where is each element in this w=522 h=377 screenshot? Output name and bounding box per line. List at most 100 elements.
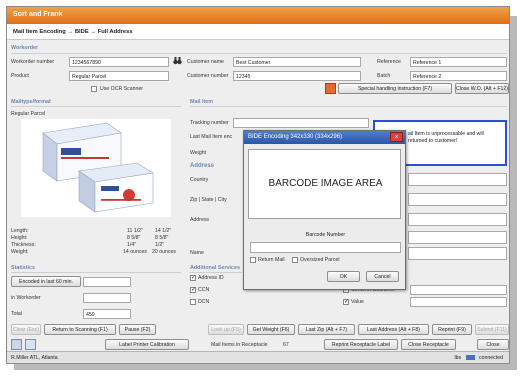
special-handling-button[interactable]: Special handling instruction (F7)	[338, 83, 452, 94]
last-mail-item-label: Last Mail Item enc	[190, 134, 233, 140]
batch-label: Batch	[377, 73, 391, 79]
ocr-scanner-label: Use OCR Scanner	[100, 86, 143, 92]
label-printer-calibration-button[interactable]: Label Printer Calibration	[105, 339, 189, 350]
ocr-scanner-checkbox[interactable]	[91, 86, 97, 92]
ok-button[interactable]: OK	[327, 271, 360, 282]
clear-button[interactable]: Clear (Esc)	[11, 324, 41, 335]
product-label: Product	[11, 73, 29, 79]
divider	[190, 272, 242, 273]
last-address-button[interactable]: Last Address (Alt + F8)	[358, 324, 429, 335]
length-min: 11 1/2"	[127, 228, 143, 234]
window-icon[interactable]	[25, 339, 36, 350]
connection-label: connected	[479, 355, 503, 361]
mailtype-name: Regular Parcel	[11, 111, 46, 117]
zip-state-city-label: Zip | State | City	[190, 197, 227, 203]
divider	[190, 106, 507, 107]
tracking-number-field[interactable]	[233, 118, 369, 128]
length-max: 14 1/2"	[155, 228, 172, 234]
country-field[interactable]	[408, 173, 507, 186]
reference-label: Reference	[377, 59, 401, 65]
encoded-last-60-button[interactable]: Encoded in last 60 min.	[11, 276, 81, 287]
mailitem-section-title: Mail Item	[190, 99, 214, 105]
height-min: 8 5/8"	[127, 235, 141, 241]
city-field[interactable]	[408, 193, 507, 206]
weight-label: Weight:	[11, 249, 29, 255]
return-to-scanning-button[interactable]: Return to Scanning (F1)	[44, 324, 116, 335]
address-label: Address	[190, 217, 210, 223]
barcode-image-placeholder: BARCODE IMAGE AREA	[268, 178, 383, 189]
window-icon[interactable]	[11, 339, 22, 350]
customer-name-label: Customer name	[187, 59, 224, 65]
address-header: Address	[190, 163, 215, 169]
barcode-number-label: Barcode Number	[305, 232, 346, 238]
dcn-checkbox[interactable]	[190, 299, 196, 305]
status-user: R.Miller ATL, Atlanta	[11, 355, 58, 361]
binoculars-icon[interactable]	[173, 56, 182, 65]
mailtype-section-title: Mailtype/format	[11, 99, 51, 105]
lookup-button[interactable]: Look up (F5)	[208, 324, 244, 335]
customer-number-field[interactable]: 12345	[233, 71, 361, 81]
network-icon	[465, 355, 475, 361]
submit-button[interactable]: Submit (F11)	[475, 324, 509, 335]
last-zip-button[interactable]: Last Zip (Alt + F7)	[298, 324, 355, 335]
thickness-max: 1/2"	[155, 242, 165, 248]
height-label: Height:	[11, 235, 28, 241]
weight-max: 20 ounces	[152, 249, 176, 255]
close-icon[interactable]: ×	[390, 132, 403, 142]
pause-button[interactable]: Pause (F2)	[119, 324, 156, 335]
address-field[interactable]	[408, 213, 507, 226]
workorder-number-field[interactable]: 1234567890	[69, 57, 169, 67]
reprint-receptacle-label-button[interactable]: Reprint Receptacle Label	[324, 339, 398, 350]
app-window: Sort and Frank Mail Item Encoding → BIDE…	[6, 6, 510, 364]
customer-name-field[interactable]: Best Customer	[233, 57, 361, 67]
get-weight-button[interactable]: Get Weight (F6)	[247, 324, 295, 335]
return-mail-label: Return Mail	[258, 257, 285, 263]
special-handling-icon[interactable]	[325, 83, 336, 94]
ccn-checkbox[interactable]	[190, 286, 196, 293]
unprocessable-notice-text: ail Item is unprocessable and will retur…	[408, 131, 484, 144]
value-label: Value	[351, 299, 364, 305]
return-mail-checkbox[interactable]	[250, 257, 256, 263]
country-label: Country	[190, 177, 209, 183]
statistics-section-title: Statistics	[11, 265, 35, 271]
address-id-checkbox[interactable]	[190, 274, 196, 281]
ccn-label: CCN	[198, 287, 210, 293]
divider	[11, 53, 507, 54]
reprint-button[interactable]: Reprint (F9)	[432, 324, 472, 335]
reference-field[interactable]: Reference 1	[410, 57, 507, 67]
weight-input-label: Weight	[190, 150, 207, 156]
name-label: Name	[190, 250, 204, 256]
value-checkbox[interactable]	[343, 298, 349, 305]
in-workorder-label: in Workorder	[11, 295, 41, 301]
barcode-image-area: BARCODE IMAGE AREA	[248, 149, 401, 219]
content-assurance-field[interactable]	[410, 285, 507, 295]
connection-status: lbs connected	[455, 355, 504, 361]
oversized-parcel-label: Oversized Parcel	[300, 257, 340, 263]
additional-services-title: Additional Services	[190, 265, 241, 271]
close-button[interactable]: Close	[477, 339, 509, 350]
weight-min: 14 ounces	[123, 249, 147, 255]
product-field[interactable]: Regular Parcel	[69, 71, 169, 81]
barcode-number-field[interactable]	[250, 242, 401, 253]
batch-field[interactable]: Reference 2	[410, 71, 507, 81]
oversized-parcel-checkbox[interactable]	[292, 257, 298, 263]
name-field[interactable]	[408, 247, 507, 260]
thickness-label: Thickness:	[11, 242, 36, 248]
address-line2-field[interactable]	[408, 231, 507, 244]
app-title: Sort and Frank	[7, 7, 509, 24]
close-workorder-button[interactable]: Close W.O. (Alt + F12)	[455, 83, 509, 94]
thickness-min: 1/4"	[127, 242, 137, 248]
receptacle-count-value: 67	[283, 342, 289, 348]
status-bar: R.Miller ATL, Atlanta lbs connected	[7, 351, 509, 363]
status-unit: lbs	[454, 355, 462, 361]
encoded-last-60-field[interactable]	[83, 277, 131, 287]
workorder-number-label: Workorder number	[11, 59, 55, 65]
close-receptacle-button[interactable]: Close Receptacle	[401, 339, 456, 350]
divider	[11, 272, 181, 273]
value-field[interactable]	[410, 297, 507, 307]
total-field[interactable]: 459	[83, 309, 131, 319]
cancel-button[interactable]: Cancel	[366, 271, 399, 282]
divider	[11, 106, 181, 107]
height-max: 8 5/8"	[155, 235, 169, 241]
in-workorder-field[interactable]	[83, 293, 131, 303]
